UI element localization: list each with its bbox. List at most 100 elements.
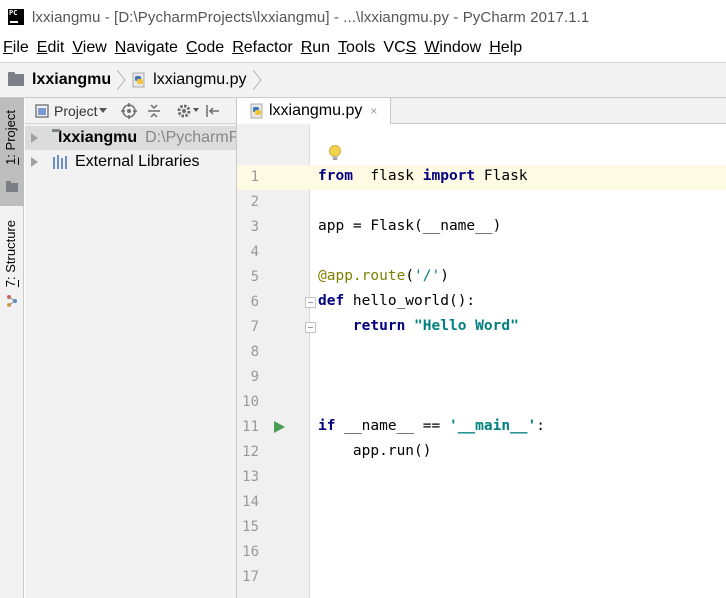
gear-icon[interactable] [176, 103, 192, 119]
code-line[interactable]: 14 [237, 490, 726, 515]
navigation-bar: lxxiangmu lxxiangmu.py [0, 62, 726, 98]
line-number: 10 [242, 394, 259, 410]
tree-item-project-root[interactable]: lxxiangmu D:\PycharmProjects\lxxiangmu [25, 126, 236, 150]
project-panel: Project lxxiangmu D:\PycharmProjects\lxx… [25, 98, 237, 598]
editor-tab-lxxiangmu-py[interactable]: lxxiangmu.py × [237, 98, 391, 124]
menu-item[interactable]: Run [301, 39, 330, 57]
menu-item[interactable]: Tools [338, 39, 375, 57]
expand-arrow-icon[interactable] [31, 157, 38, 167]
line-number: 12 [242, 444, 259, 460]
pycharm-logo-icon: PC [8, 9, 24, 25]
code-line[interactable]: 9 [237, 365, 726, 390]
code-editor[interactable]: 1 from flask import Flask 2 3 app = Flask(__… [237, 124, 726, 598]
menu-item[interactable]: View [72, 39, 106, 57]
code-line[interactable]: 10 [237, 390, 726, 415]
code-line[interactable]: 11 if __name__ == '__main__': [237, 415, 726, 440]
menu-item[interactable]: Code [186, 39, 224, 57]
tab-project-label: 1: Project [3, 110, 18, 165]
tab-project[interactable]: 1: Project [0, 98, 24, 206]
line-number: 8 [250, 344, 259, 360]
code-token: Flask [475, 168, 528, 184]
tree-external-label: External Libraries [75, 153, 200, 170]
code-token: @app.route [318, 268, 406, 284]
chevron-down-icon[interactable] [192, 108, 199, 113]
code-token: flask [352, 168, 423, 184]
tree-root-path: D:\PycharmProjects\lxxiangmu [145, 129, 236, 146]
code-line[interactable]: 1 from flask import Flask [237, 165, 726, 190]
code-line[interactable]: 13 [237, 465, 726, 490]
code-token: : [536, 418, 546, 434]
menu-item[interactable]: VCS [383, 39, 416, 57]
line-number: 17 [242, 569, 259, 585]
line-number: 11 [242, 419, 259, 435]
code-line[interactable]: 8 [237, 340, 726, 365]
breadcrumb-project[interactable]: lxxiangmu [8, 71, 111, 89]
app-logo-text: PC [9, 9, 18, 17]
menu-item[interactable]: Window [424, 39, 481, 57]
menu-item[interactable]: Refactor [232, 39, 292, 57]
chevron-down-icon[interactable] [98, 107, 107, 114]
code-line[interactable]: 16 [237, 540, 726, 565]
code-line[interactable]: 7 return "Hello Word" [237, 315, 726, 340]
code-line[interactable]: 17 [237, 565, 726, 590]
window-title: lxxiangmu - [D:\PycharmProjects\lxxiangm… [32, 8, 590, 26]
hide-panel-icon[interactable] [205, 103, 221, 119]
editor-tab-bar: lxxiangmu.py × [237, 98, 726, 124]
close-icon[interactable]: × [370, 104, 377, 118]
code-text: from flask import Flask [318, 168, 528, 184]
code-text: app = Flask(__name__) [318, 218, 501, 234]
title-bar: PC lxxiangmu - [D:\PycharmProjects\lxxia… [0, 0, 726, 34]
code-token: "Hello Word" [414, 318, 519, 334]
python-file-icon [132, 72, 145, 88]
editor-tab-label: lxxiangmu.py [269, 102, 363, 119]
code-text: @app.route('/') [318, 268, 449, 284]
code-line[interactable]: 4 [237, 240, 726, 265]
collapse-all-icon[interactable] [146, 103, 162, 119]
fold-marker-icon[interactable] [305, 297, 316, 308]
line-number: 1 [250, 169, 259, 185]
line-number: 4 [250, 244, 259, 260]
code-token: from [318, 168, 353, 184]
project-folder-icon [6, 181, 18, 192]
breadcrumb-file[interactable]: lxxiangmu.py [131, 71, 247, 89]
project-view-icon [35, 103, 49, 118]
line-number: 14 [242, 494, 259, 510]
tree-root-name: lxxiangmu [58, 129, 138, 146]
line-number: 9 [250, 369, 259, 385]
code-token: app.run() [318, 443, 432, 459]
tab-structure-label: 7: Structure [3, 220, 18, 288]
menu-bar: File Edit View Navigate Code Refactor Run Tools… [0, 34, 726, 62]
code-token: import [422, 168, 476, 184]
code-line[interactable]: 3 app = Flask(__name__) [237, 215, 726, 240]
code-line[interactable]: 12 app.run() [237, 440, 726, 465]
code-line[interactable]: 15 [237, 515, 726, 540]
line-number: 3 [250, 219, 259, 235]
folder-icon [8, 72, 24, 86]
fold-marker-icon[interactable] [305, 322, 316, 333]
tree-item-external-libraries[interactable]: External Libraries [25, 150, 236, 174]
lightbulb-icon[interactable] [328, 144, 342, 162]
tab-structure[interactable]: 7: Structure [0, 210, 24, 320]
project-panel-toolbar: Project [25, 98, 236, 124]
code-text: return "Hello Word" [318, 318, 519, 334]
run-icon[interactable] [274, 421, 285, 433]
scroll-from-source-icon[interactable] [120, 102, 137, 119]
code-line[interactable]: 2 [237, 190, 726, 215]
menu-item[interactable]: Navigate [115, 39, 178, 57]
code-line[interactable]: 5 @app.route('/') [237, 265, 726, 290]
expand-arrow-icon[interactable] [31, 133, 38, 143]
menu-item[interactable]: Edit [37, 39, 65, 57]
code-text: if __name__ == '__main__': [318, 418, 545, 434]
project-view-selector[interactable]: Project [54, 103, 98, 119]
code-token: app = Flask(__name__) [318, 218, 502, 234]
structure-icon [7, 295, 17, 307]
library-icon [53, 155, 67, 169]
breadcrumb-project-label: lxxiangmu [32, 71, 112, 88]
code-token: hello_world(): [344, 293, 476, 309]
code-line[interactable]: 6 def hello_world(): [237, 290, 726, 315]
chevron-right-icon [252, 69, 262, 91]
line-number: 13 [242, 469, 259, 485]
menu-item[interactable]: Help [489, 39, 522, 57]
menu-item[interactable]: File [3, 39, 29, 57]
